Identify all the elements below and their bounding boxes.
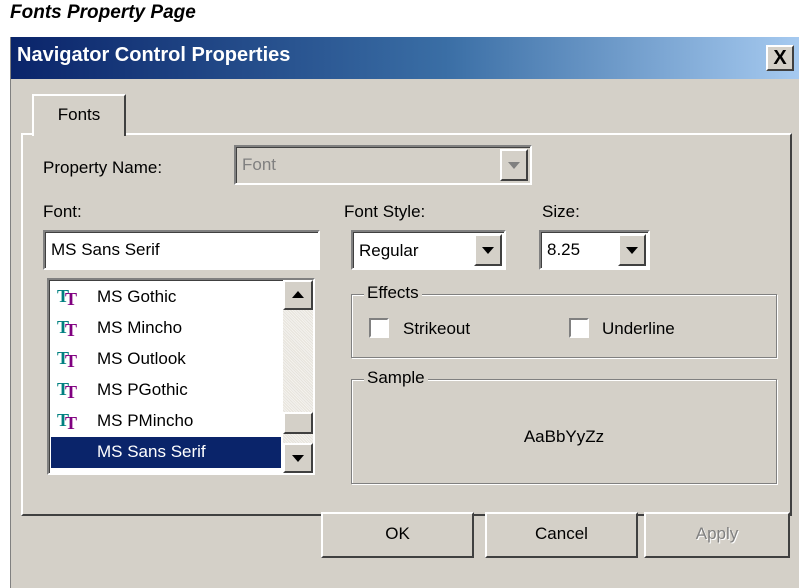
truetype-font-icon: TT (57, 286, 78, 309)
truetype-font-icon: TT (57, 348, 78, 371)
cancel-button-label: Cancel (535, 524, 588, 543)
ok-button[interactable]: OK (321, 512, 474, 558)
font-list-item[interactable]: TT MS PMincho (51, 406, 281, 437)
truetype-font-icon: TT (57, 317, 78, 340)
font-list-item-label: MS PMincho (97, 411, 194, 430)
scroll-up-button[interactable] (283, 280, 313, 310)
chevron-down-icon (626, 247, 638, 254)
figure-caption: Fonts Property Page (10, 2, 196, 23)
close-button[interactable]: X (766, 45, 794, 71)
font-list-item[interactable]: TT MS Outlook (51, 344, 281, 375)
font-style-value: Regular (359, 241, 419, 260)
font-list[interactable]: TT MS Gothic TT MS Mincho TT MS Outlook … (47, 278, 315, 475)
underline-label: Underline (602, 319, 675, 338)
ok-button-label: OK (385, 524, 410, 543)
size-label: Size: (542, 202, 580, 221)
truetype-font-icon: TT (57, 410, 78, 433)
font-list-item[interactable]: TT MS Mincho (51, 313, 281, 344)
scroll-thumb[interactable] (283, 412, 313, 434)
font-style-label: Font Style: (344, 202, 426, 221)
apply-button-label: Apply (695, 524, 739, 543)
title-bar[interactable]: Navigator Control Properties X (11, 37, 799, 79)
property-name-value: Font (242, 155, 277, 174)
font-name-input[interactable]: MS Sans Serif (43, 230, 320, 270)
effects-group-label: Effects (364, 283, 422, 303)
font-list-item-selected[interactable]: MS Sans Serif (51, 437, 281, 468)
size-value: 8.25 (547, 240, 581, 259)
font-list-item-label: MS Mincho (97, 318, 183, 337)
effects-group: Effects Strikeout Underline (351, 283, 777, 358)
sample-group-label: Sample (364, 368, 428, 388)
close-icon: X (773, 47, 787, 69)
property-name-combo[interactable]: Font (234, 145, 532, 185)
window-title: Navigator Control Properties (17, 44, 291, 66)
chevron-down-icon (292, 455, 304, 462)
property-name-dropdown-button[interactable] (500, 149, 528, 181)
cancel-button[interactable]: Cancel (485, 512, 638, 558)
tab-fonts-label: Fonts (57, 105, 101, 124)
chevron-up-icon (292, 291, 304, 298)
size-dropdown-button[interactable] (618, 234, 646, 266)
sample-group: Sample AaBbYyZz (351, 368, 777, 484)
scroll-down-button[interactable] (283, 443, 313, 473)
font-list-item-label: MS Sans Serif (97, 442, 206, 461)
font-list-item-label: MS PGothic (97, 380, 188, 399)
chevron-down-icon (482, 247, 494, 254)
strikeout-label: Strikeout (403, 319, 471, 338)
font-style-dropdown-button[interactable] (474, 234, 502, 266)
font-list-item[interactable]: TT MS Gothic (51, 282, 281, 313)
font-list-scrollbar[interactable] (283, 280, 313, 473)
chevron-down-icon (508, 162, 520, 169)
font-label: Font: (43, 202, 82, 221)
truetype-font-icon: TT (57, 379, 78, 402)
property-name-label: Property Name: (43, 158, 163, 177)
apply-button[interactable]: Apply (644, 512, 790, 558)
font-list-item-label: MS Gothic (97, 287, 177, 306)
underline-checkbox[interactable] (569, 318, 589, 338)
tab-fonts[interactable]: Fonts (32, 94, 126, 136)
font-list-item[interactable]: TT MS PGothic (51, 375, 281, 406)
sample-text: AaBbYyZz (523, 427, 605, 446)
font-style-combo[interactable]: Regular (351, 230, 506, 270)
properties-dialog: Navigator Control Properties X Fonts Pro… (10, 37, 799, 588)
strikeout-checkbox[interactable] (369, 318, 389, 338)
font-name-value: MS Sans Serif (51, 240, 160, 259)
font-list-item-label: MS Outlook (97, 349, 186, 368)
size-combo[interactable]: 8.25 (539, 230, 650, 270)
